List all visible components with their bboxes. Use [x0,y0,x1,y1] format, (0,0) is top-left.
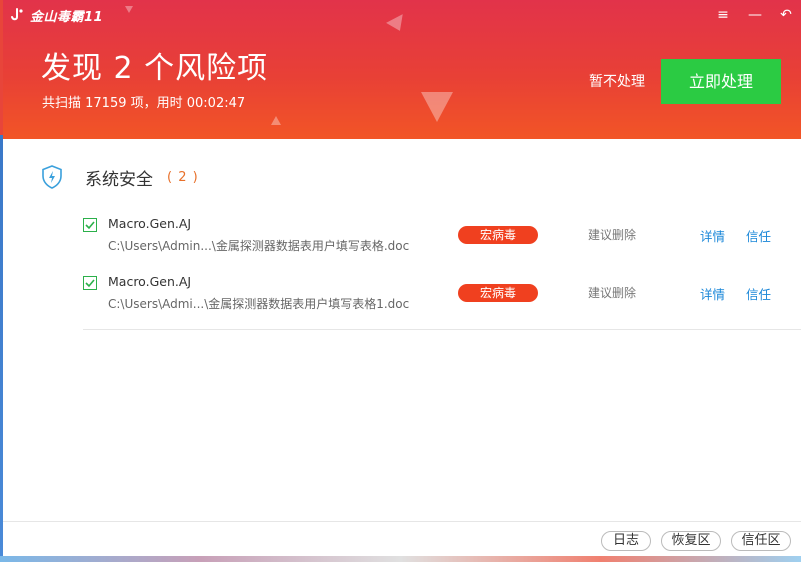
threat-path: C:\Users\Admin...\金属探测器数据表用户填写表格.doc [108,239,410,253]
trust-link[interactable]: 信任 [746,226,771,245]
skip-button[interactable]: 暂不处理 [579,72,655,92]
shield-icon [42,165,62,189]
app-logo: 金山毒霸11 [9,6,104,25]
result-header: 金山毒霸11 ≡ — ↶ 发现 2 个风险项 共扫描 17159 项，用时 00… [3,0,801,139]
footer-divider [3,521,801,522]
section-header: 系统安全 ( 2 ) [41,163,199,191]
back-icon[interactable]: ↶ [777,6,795,24]
duba-logo-icon [11,8,23,21]
threat-checkbox[interactable] [83,276,97,290]
section-title: 系统安全 [85,169,153,190]
threat-type-badge: 宏病毒 [458,284,538,302]
trust-zone-button[interactable]: 信任区 [731,531,791,551]
threat-advice: 建议删除 [588,228,637,242]
threat-path: C:\Users\Admi...\金属探测器数据表用户填写表格1.doc [108,297,410,311]
decor-triangle [386,9,408,31]
page-title: 发现 2 个风险项 [41,51,269,86]
details-link[interactable]: 详情 [700,284,725,303]
menu-icon[interactable]: ≡ [714,6,732,24]
checkmark-icon [85,221,95,230]
desktop-strip [0,556,801,562]
scan-summary: 共扫描 17159 项，用时 00:02:47 [42,96,246,111]
decor-triangle [421,92,453,122]
threat-checkbox[interactable] [83,218,97,232]
minimize-icon[interactable]: — [746,6,764,24]
threat-row: Macro.Gen.AJ C:\Users\Admin...\金属探测器数据表用… [3,216,801,260]
threat-row: Macro.Gen.AJ C:\Users\Admi...\金属探测器数据表用户… [3,274,801,318]
app-name: 金山毒霸11 [30,9,104,25]
threat-name: Macro.Gen.AJ [108,216,192,231]
checkmark-icon [85,279,95,288]
restore-zone-button[interactable]: 恢复区 [661,531,721,551]
threat-type-badge: 宏病毒 [458,226,538,244]
decor-triangle [271,116,281,125]
threat-advice: 建议删除 [588,286,637,300]
list-divider [83,329,801,330]
handle-now-button[interactable]: 立即处理 [661,59,781,104]
details-link[interactable]: 详情 [700,226,725,245]
log-button[interactable]: 日志 [601,531,651,551]
section-count: ( 2 ) [167,169,199,185]
decor-triangle [125,6,133,13]
trust-link[interactable]: 信任 [746,284,771,303]
app-window: 金山毒霸11 ≡ — ↶ 发现 2 个风险项 共扫描 17159 项，用时 00… [3,0,801,556]
threat-name: Macro.Gen.AJ [108,274,192,289]
